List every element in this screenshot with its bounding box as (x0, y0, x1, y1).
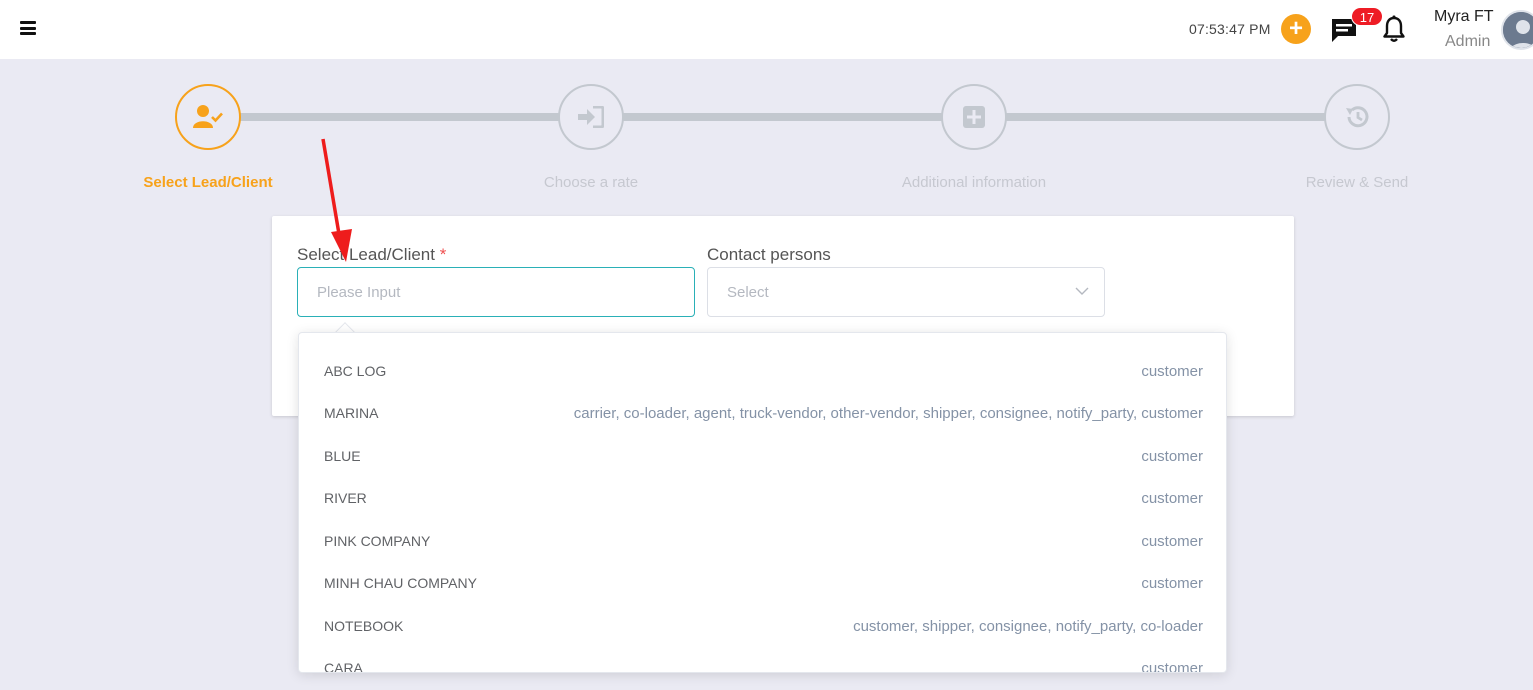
plus-square-icon (963, 106, 985, 128)
option-name: NOTEBOOK (324, 618, 404, 634)
step-choose-rate-circle[interactable] (558, 84, 624, 150)
step-label-choose-rate[interactable]: Choose a rate (461, 174, 721, 191)
option-type: customer (1141, 532, 1203, 550)
hamburger-menu-icon[interactable] (20, 21, 36, 35)
step-label-additional-info[interactable]: Additional information (844, 174, 1104, 191)
option-name: MARINA (324, 405, 379, 421)
option-type: customer (1141, 362, 1203, 380)
required-mark: * (439, 245, 447, 264)
option-name: ABC LOG (324, 363, 387, 379)
dropdown-option[interactable]: NOTEBOOK customer, shipper, consignee, n… (299, 605, 1226, 647)
dropdown-option[interactable]: BLUE customer (299, 435, 1226, 477)
user-avatar[interactable] (1501, 10, 1533, 50)
step-label-select-lead[interactable]: Select Lead/Client (78, 174, 338, 191)
bell-icon[interactable] (1382, 15, 1406, 43)
contact-persons-select[interactable] (707, 267, 1105, 317)
option-type: carrier, co-loader, agent, truck-vendor,… (573, 404, 1203, 422)
clock-display: 07:53:47 PM (1189, 21, 1271, 37)
option-type: customer (1141, 447, 1203, 465)
user-name: Myra FT (1434, 8, 1494, 25)
dropdown-option[interactable]: PINK COMPANY customer (299, 520, 1226, 562)
step-review-send-circle[interactable] (1324, 84, 1390, 150)
history-icon (1346, 106, 1369, 128)
lead-client-dropdown: ABC LOG customer MARINA carrier, co-load… (298, 332, 1227, 673)
option-type: customer (1141, 574, 1203, 592)
option-type: customer, shipper, consignee, notify_par… (853, 617, 1203, 635)
option-name: CARA (324, 660, 363, 673)
option-type: customer (1141, 659, 1203, 673)
add-plus-icon[interactable]: + (1281, 14, 1311, 44)
dropdown-option[interactable]: CARA customer (299, 647, 1226, 673)
option-name: PINK COMPANY (324, 533, 431, 549)
dropdown-option[interactable]: MARINA carrier, co-loader, agent, truck-… (299, 392, 1226, 434)
lead-client-label: Select Lead/Client * (297, 245, 446, 265)
lead-client-label-text: Select Lead/Client (297, 245, 435, 264)
contact-persons-label: Contact persons (707, 245, 831, 264)
dropdown-option[interactable]: MINH CHAU COMPANY customer (299, 562, 1226, 604)
user-check-icon (193, 105, 223, 128)
user-role: Admin (1445, 33, 1491, 50)
lead-client-input[interactable] (297, 267, 695, 317)
dropdown-option[interactable]: RIVER customer (299, 477, 1226, 519)
dropdown-option[interactable]: ABC LOG customer (299, 350, 1226, 392)
notification-count-badge: 17 (1351, 7, 1383, 26)
user-avatar-icon (1503, 12, 1533, 48)
sign-in-icon (578, 106, 604, 128)
stepper-progress-line (208, 113, 1358, 121)
option-name: MINH CHAU COMPANY (324, 575, 477, 591)
top-header: 07:53:47 PM + 17 Myra FT Admin (0, 0, 1533, 59)
step-select-lead-circle[interactable] (175, 84, 241, 150)
step-label-review-send[interactable]: Review & Send (1227, 174, 1487, 191)
option-type: customer (1141, 489, 1203, 507)
option-name: BLUE (324, 448, 361, 464)
option-name: RIVER (324, 490, 367, 506)
step-additional-info-circle[interactable] (941, 84, 1007, 150)
